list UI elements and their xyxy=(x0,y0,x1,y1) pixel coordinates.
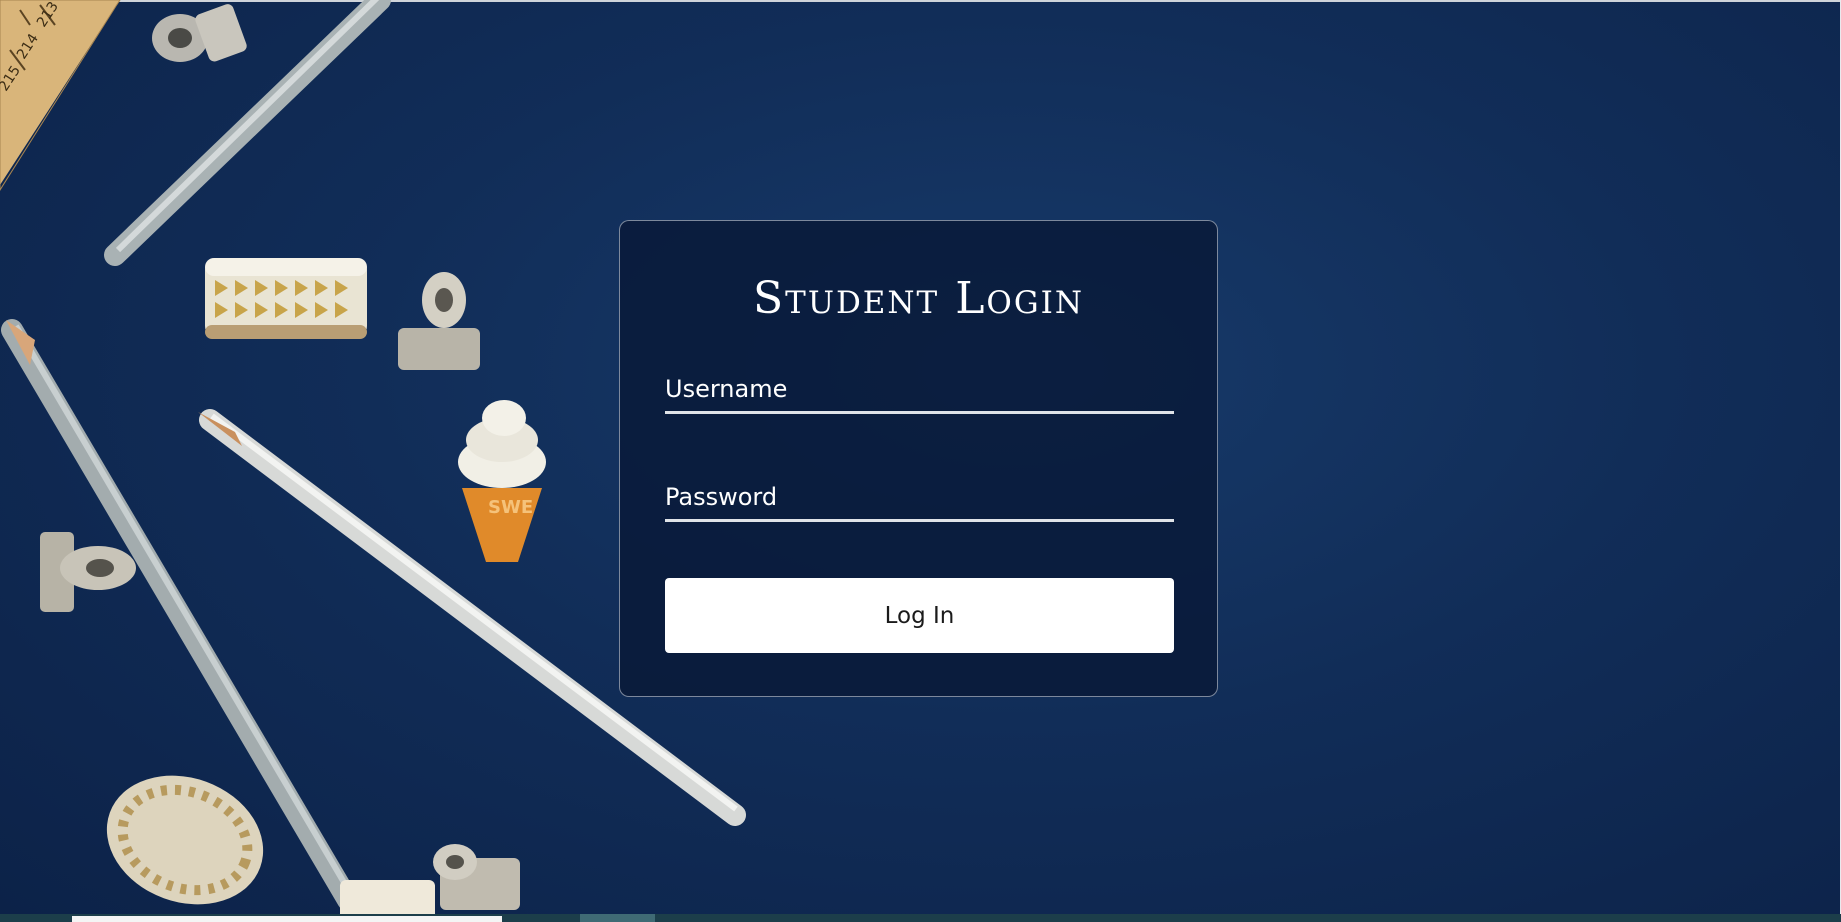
washi-tape-image xyxy=(106,775,264,905)
binder-clip-image xyxy=(152,4,247,62)
username-field xyxy=(665,367,1174,414)
ruler-image: 213 214 215 xyxy=(0,0,121,191)
login-button[interactable]: Log In xyxy=(665,578,1174,653)
login-page: 213 214 215 SWE Student Login Username L… xyxy=(0,0,1841,922)
ice-cream-eraser-image: SWE xyxy=(458,400,546,562)
binder-clip-image xyxy=(340,844,520,922)
password-input[interactable] xyxy=(665,475,1174,519)
binder-clip-image xyxy=(398,272,480,370)
password-field xyxy=(665,475,1174,522)
cone-label: SWE xyxy=(488,497,533,518)
binder-clip-image xyxy=(40,532,136,612)
username-input[interactable] xyxy=(665,367,1174,411)
bottom-strip-segment xyxy=(580,914,655,922)
washi-tape-image xyxy=(205,258,367,339)
login-card: Student Login Log In xyxy=(619,220,1218,697)
bottom-strip xyxy=(0,914,1841,922)
login-title: Student Login xyxy=(753,273,1084,324)
bottom-strip-segment xyxy=(72,916,502,922)
